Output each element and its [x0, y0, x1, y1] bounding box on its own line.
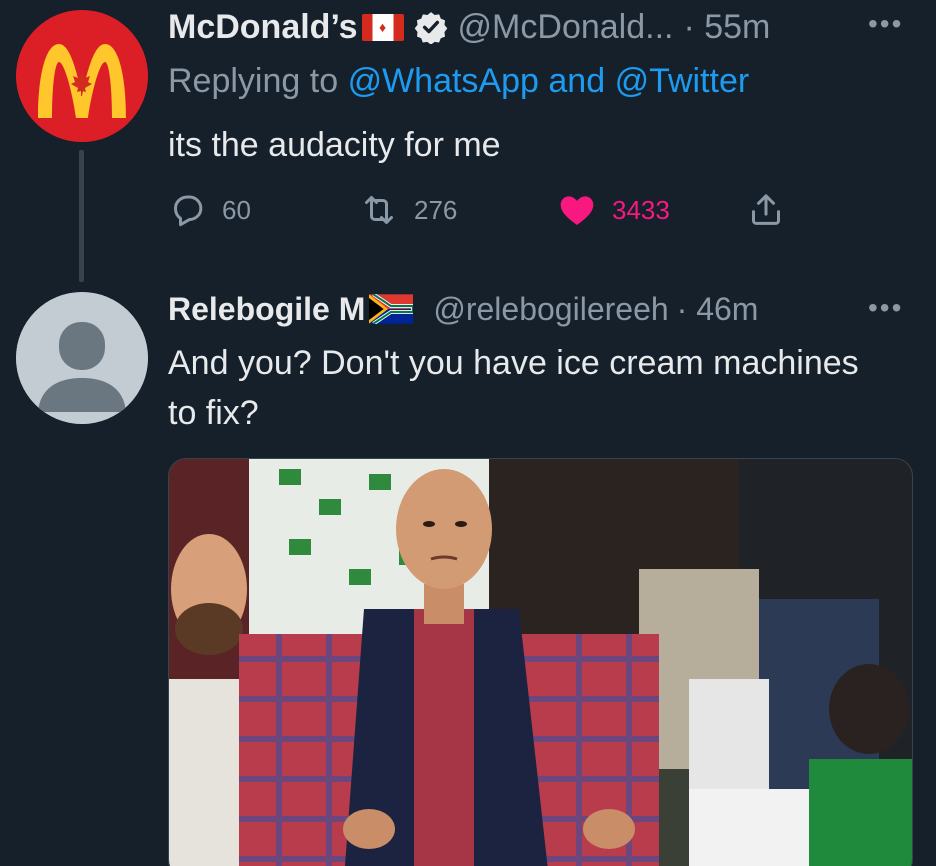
replying-to-label: Replying to: [168, 62, 339, 100]
more-icon[interactable]: •••: [868, 294, 903, 322]
more-icon[interactable]: •••: [868, 10, 903, 38]
share-button[interactable]: [746, 190, 796, 230]
mention-and-text[interactable]: and: [548, 62, 605, 100]
verified-badge-icon: [414, 12, 447, 44]
default-avatar[interactable]: [16, 292, 148, 424]
tweet-thread: McDonald’s ♦ @McDonald... · 55m ••• Repl…: [0, 0, 936, 866]
tweet1-author-name[interactable]: McDonald’s: [168, 5, 358, 49]
like-button[interactable]: 3433: [556, 190, 716, 230]
mention-whatsapp-link[interactable]: @WhatsApp: [348, 62, 539, 100]
tweet1-header: McDonald’s ♦ @McDonald... · 55m: [168, 5, 770, 49]
tweet1-replying-to: Replying to @WhatsApp and @Twitter: [168, 58, 749, 104]
tweet2-handle[interactable]: @relebogilereeh: [433, 286, 668, 332]
retweet-icon: [365, 196, 393, 224]
frustrated-fan-photo: [169, 459, 912, 866]
tweet2-author-name[interactable]: Relebogile M: [168, 286, 365, 332]
thread-connector-line: [79, 150, 84, 282]
default-user-icon: [16, 292, 148, 424]
tweet2-text: And you? Don't you have ice cream machin…: [168, 344, 859, 432]
heart-icon: [560, 196, 594, 225]
tweet1-text: its the audacity for me: [168, 126, 501, 164]
south-africa-flag-icon: [369, 294, 414, 324]
tweet1-handle[interactable]: @McDonald...: [458, 5, 674, 49]
retweet-button[interactable]: 276: [358, 190, 508, 230]
tweet1-timestamp[interactable]: · 55m: [683, 5, 770, 49]
canada-flag-icon: ♦: [361, 13, 404, 41]
reply-icon: [174, 195, 203, 227]
tweet2-header: Relebogile M @relebogilereeh · 46m: [168, 286, 758, 332]
tweet2-timestamp[interactable]: · 46m: [677, 286, 759, 332]
reply-count: 60: [222, 194, 251, 225]
mention-twitter-link[interactable]: @Twitter: [615, 62, 750, 100]
like-count: 3433: [612, 194, 670, 225]
tweet2-media-image[interactable]: [168, 458, 913, 866]
retweet-count: 276: [414, 194, 458, 225]
reply-button[interactable]: 60: [168, 190, 318, 230]
mcdonalds-avatar[interactable]: [16, 10, 148, 142]
share-icon: [752, 194, 780, 225]
mcdonalds-logo-icon: [16, 10, 148, 142]
